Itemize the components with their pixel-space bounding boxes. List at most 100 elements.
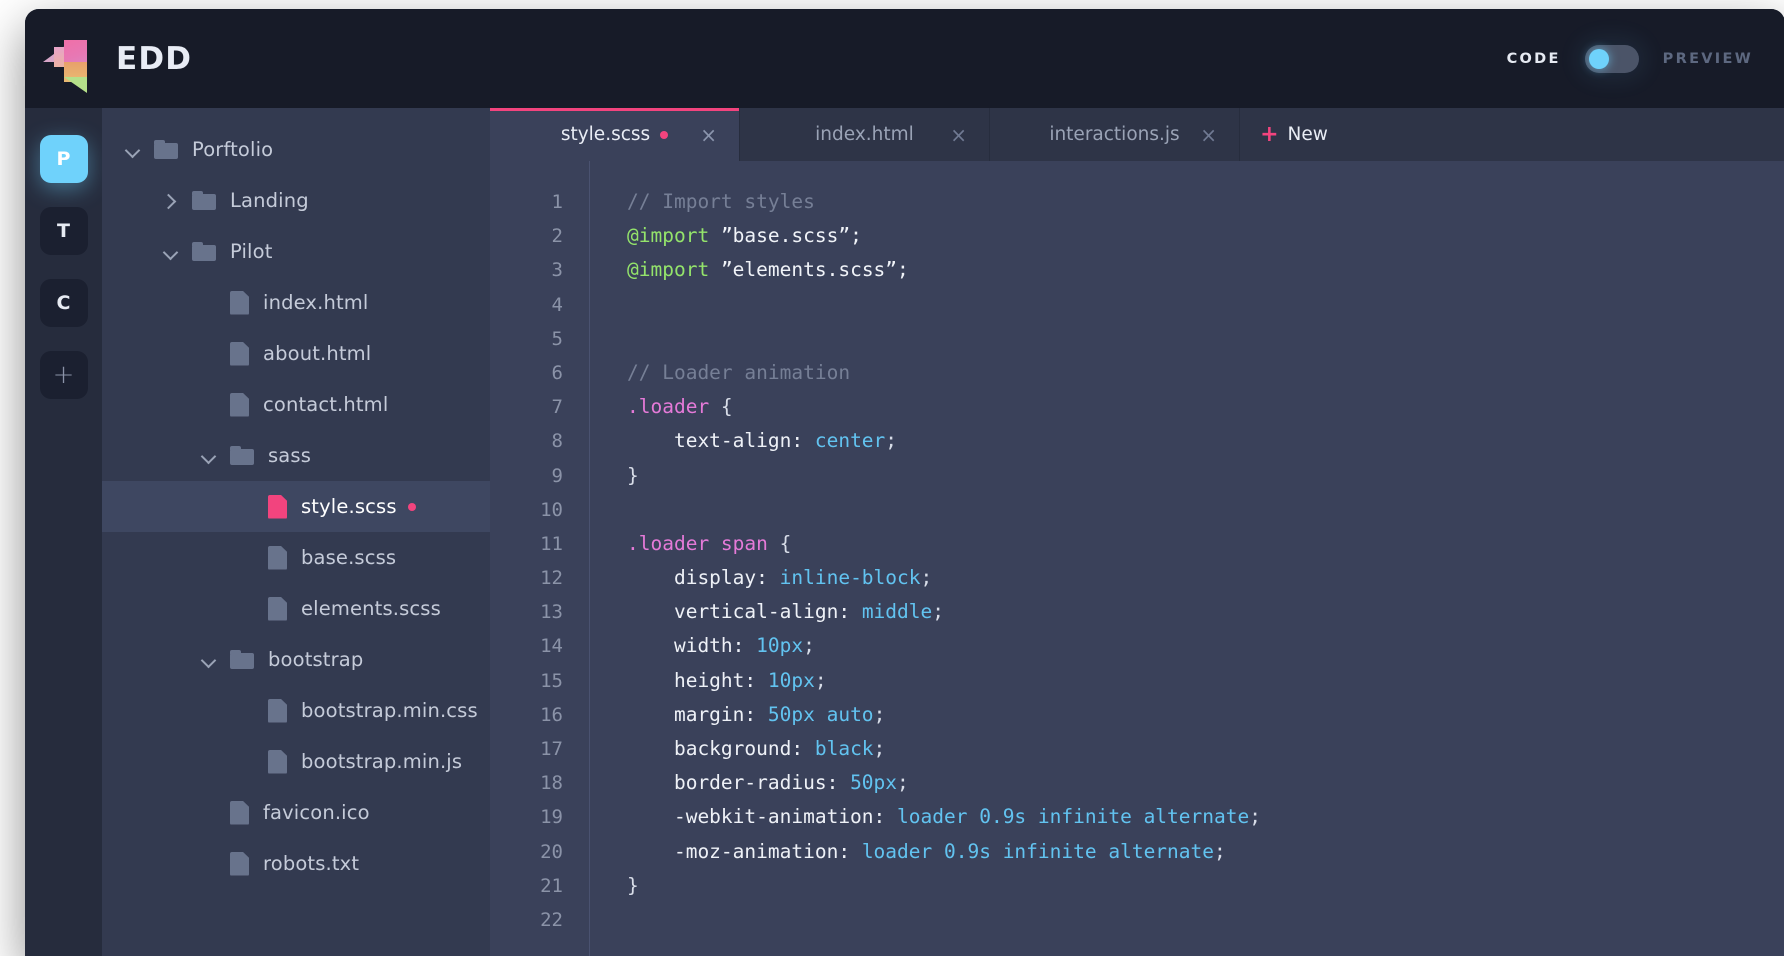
file-icon: [230, 392, 249, 417]
tree-row[interactable]: style.scss: [102, 481, 490, 532]
tab-bar: style.scss × index.html × interactions.js × + N…: [490, 108, 1784, 161]
tab-title-group: interactions.js: [1049, 124, 1179, 145]
code-token-punc: {: [767, 531, 792, 555]
code-token-prop: display:: [627, 566, 780, 590]
code-token-string: ”base.scss”;: [720, 224, 862, 248]
line-number: 22: [540, 908, 563, 931]
code-token-prop: margin:: [627, 702, 768, 726]
tree-row[interactable]: elements.scss: [102, 583, 490, 634]
tree-row[interactable]: base.scss: [102, 532, 490, 583]
code-token-val: inline-block: [779, 566, 921, 590]
line-number: 18: [540, 772, 563, 795]
line-number: 8: [551, 430, 563, 453]
line-number: 7: [551, 396, 563, 419]
code-line: border-radius: 50px;: [627, 766, 1784, 800]
chevron-down-icon[interactable]: [160, 241, 182, 263]
line-number: 10: [540, 498, 563, 521]
rail-item-workspace-t[interactable]: T: [39, 207, 88, 255]
code-editor[interactable]: 1 2 3 4 5 6 7 8 9 10 11 12 13 14 15 16 17 18 19 20 21 22 // I…: [490, 161, 1784, 956]
chevron-right-icon[interactable]: [160, 190, 182, 212]
code-token-punc: }: [627, 463, 639, 487]
tree-row[interactable]: index.html: [102, 277, 490, 328]
tab-index-html[interactable]: index.html ×: [740, 108, 990, 161]
code-token-punc: ;: [814, 668, 827, 692]
rail-item-label: P: [56, 148, 71, 170]
tree-item-label: bootstrap: [268, 648, 364, 671]
code-token-punc: [709, 258, 721, 281]
tree-item-label: base.scss: [301, 546, 397, 569]
line-number: 5: [551, 327, 563, 350]
code-token-val: 10px: [756, 634, 804, 658]
chevron-down-icon[interactable]: [198, 649, 220, 671]
code-content[interactable]: // Import styles @import ”base.scss”; @imp…: [589, 161, 1784, 956]
tree-row[interactable]: bootstrap: [102, 634, 490, 685]
file-icon: [268, 749, 287, 774]
line-number: 6: [551, 361, 563, 384]
code-token-punc: ;: [897, 771, 909, 795]
code-token-punc: }: [627, 873, 639, 897]
toggle-knob: [1588, 48, 1609, 69]
tree-row[interactable]: Porftolio: [102, 124, 490, 175]
folder-icon: [230, 650, 254, 669]
line-number: 16: [540, 703, 563, 726]
folder-icon: [192, 191, 216, 210]
tree-row[interactable]: contact.html: [102, 379, 490, 430]
rail-item-workspace-p[interactable]: P: [39, 135, 88, 183]
code-token-punc: ;: [873, 737, 886, 760]
line-number: 4: [551, 293, 563, 316]
tree-row[interactable]: Landing: [102, 175, 490, 226]
editor-window: EDD CODE PREVIEW P T C + Porftolio Landing Pi…: [25, 9, 1784, 956]
close-icon[interactable]: ×: [1200, 125, 1217, 145]
code-token-punc: ;: [873, 702, 886, 726]
tree-row[interactable]: favicon.ico: [102, 787, 490, 838]
code-line: -moz-animation: loader 0.9s infinite alt…: [627, 835, 1784, 869]
file-icon: [268, 698, 287, 723]
rail-item-workspace-c[interactable]: C: [39, 279, 88, 327]
code-line: vertical-align: middle;: [627, 595, 1784, 629]
new-tab-button[interactable]: + New: [1240, 108, 1348, 161]
file-icon: [268, 596, 287, 621]
code-token-val: 50px: [850, 771, 898, 795]
folder-icon: [192, 242, 216, 261]
line-number-gutter: 1 2 3 4 5 6 7 8 9 10 11 12 13 14 15 16 17 18 19 20 21 22: [490, 161, 589, 956]
tree-row[interactable]: sass: [102, 430, 490, 481]
top-bar: EDD CODE PREVIEW: [25, 9, 1784, 108]
code-token-punc: ;: [1214, 839, 1226, 863]
tree-row[interactable]: bootstrap.min.css: [102, 685, 490, 736]
code-mode-label[interactable]: CODE: [1507, 51, 1561, 67]
code-token-val: 10px: [767, 668, 815, 692]
tree-item-label: contact.html: [263, 393, 389, 416]
code-line: @import ”base.scss”;: [627, 219, 1784, 253]
file-icon: [230, 851, 249, 876]
code-token-prop: text-align:: [627, 429, 815, 453]
close-icon[interactable]: ×: [700, 125, 717, 145]
tree-row[interactable]: bootstrap.min.js: [102, 736, 490, 787]
tab-interactions-js[interactable]: interactions.js ×: [990, 108, 1240, 161]
code-line: display: inline-block;: [627, 561, 1784, 595]
tab-modified-dot: [660, 130, 669, 139]
close-icon[interactable]: ×: [950, 125, 967, 145]
preview-mode-label[interactable]: PREVIEW: [1663, 51, 1753, 67]
tab-style-scss[interactable]: style.scss ×: [490, 108, 740, 161]
tree-row[interactable]: Pilot: [102, 226, 490, 277]
tree-row[interactable]: robots.txt: [102, 838, 490, 889]
tree-row[interactable]: about.html: [102, 328, 490, 379]
code-preview-toggle[interactable]: [1584, 44, 1639, 73]
chevron-down-icon[interactable]: [198, 445, 220, 467]
chevron-down-icon[interactable]: [122, 139, 144, 161]
rail-item-workspace-add[interactable]: +: [39, 351, 88, 399]
code-token-punc: ;: [1249, 805, 1261, 829]
file-icon: [230, 290, 249, 315]
code-line: }: [627, 459, 1784, 493]
code-line: .loader span {: [627, 527, 1784, 561]
tree-item-label: sass: [268, 444, 312, 467]
code-token-prop: width:: [627, 634, 757, 658]
